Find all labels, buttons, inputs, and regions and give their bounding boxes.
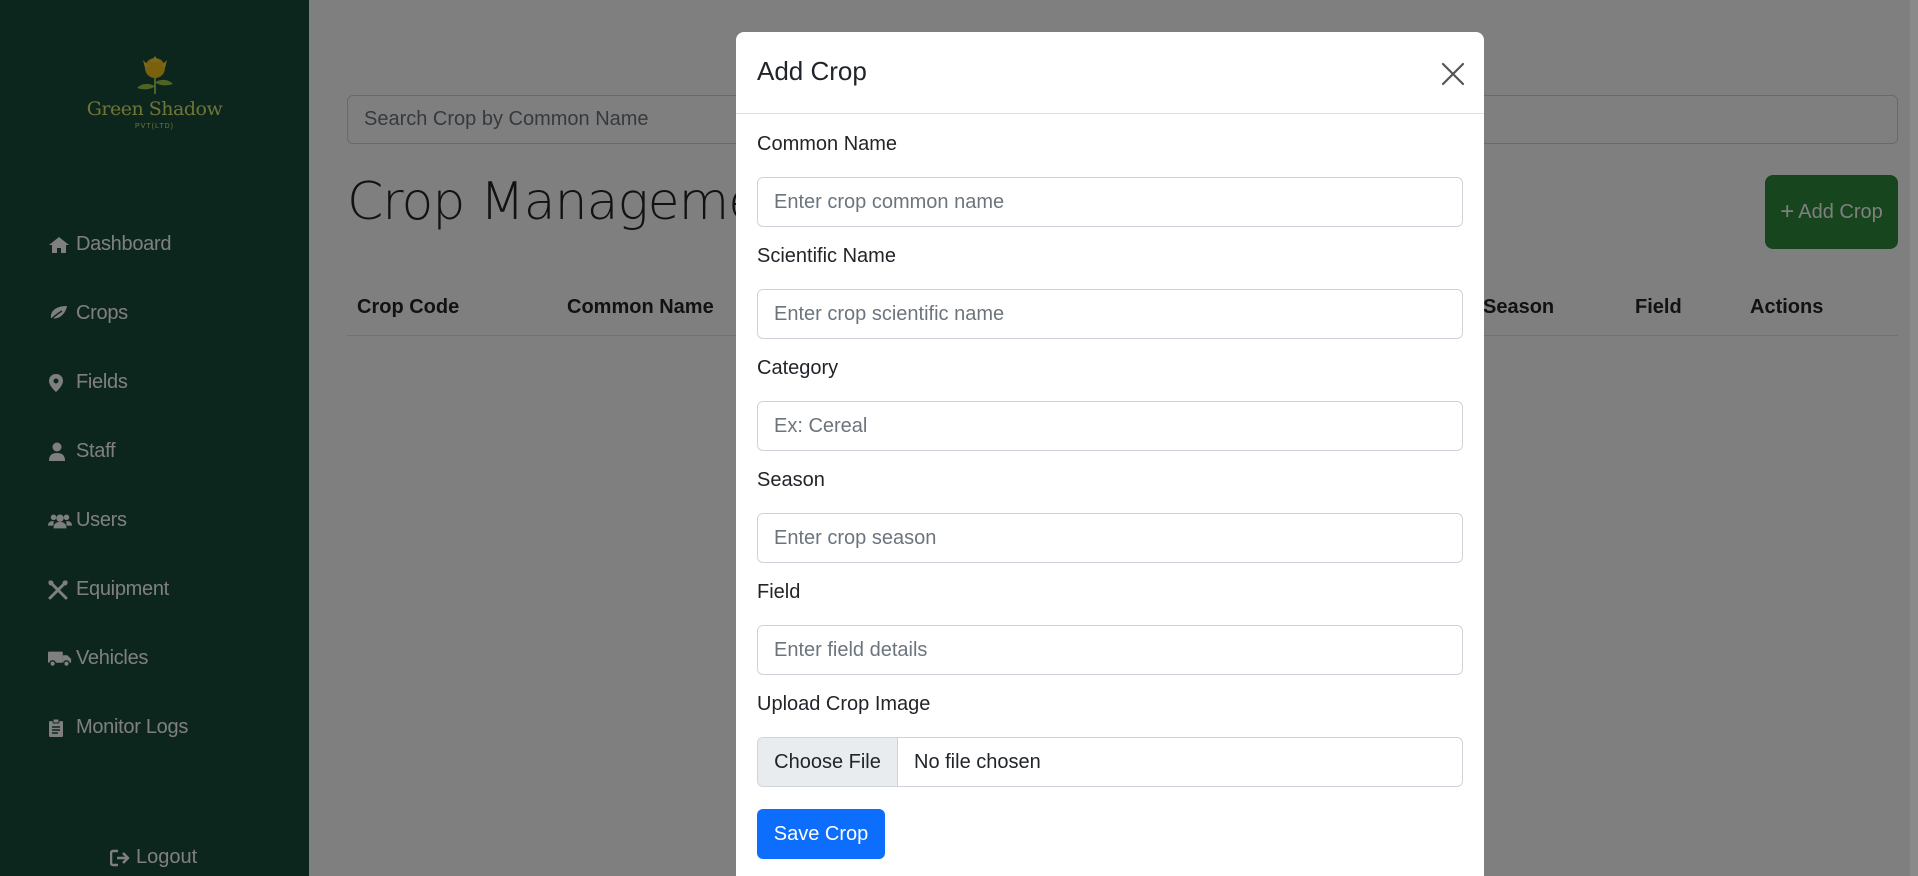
scientific-name-label: Scientific Name [757,245,896,267]
form-group-crop-image: Upload Crop Image Choose File No file ch… [757,674,1463,787]
season-input[interactable] [757,513,1463,563]
crop-image-label: Upload Crop Image [757,693,931,715]
page-scrollbar[interactable] [1910,0,1918,876]
file-status: No file chosen [914,750,1041,773]
season-label: Season [757,469,825,491]
common-name-label: Common Name [757,133,898,155]
common-name-input[interactable] [757,177,1463,227]
close-button[interactable] [1439,60,1467,88]
field-input[interactable] [757,625,1463,675]
category-label: Category [757,357,839,379]
form-group-season: Season [757,450,1463,563]
category-input[interactable] [757,401,1463,451]
form-group-scientific-name: Scientific Name [757,226,1463,339]
crop-image-file-input[interactable]: Choose File No file chosen [757,737,1463,787]
scientific-name-input[interactable] [757,289,1463,339]
modal-body: Common Name Scientific Name Category Sea… [757,114,1463,787]
add-crop-modal: Add Crop Common Name Scientific Name Cat… [736,32,1484,876]
form-group-common-name: Common Name [757,114,1463,227]
form-group-category: Category [757,338,1463,451]
choose-file-button[interactable]: Choose File [758,738,898,786]
modal-header: Add Crop [736,32,1484,114]
modal-title: Add Crop [757,56,867,86]
close-icon [1441,62,1465,86]
form-group-field: Field [757,562,1463,675]
save-crop-button[interactable]: Save Crop [757,809,885,859]
field-label: Field [757,581,801,603]
